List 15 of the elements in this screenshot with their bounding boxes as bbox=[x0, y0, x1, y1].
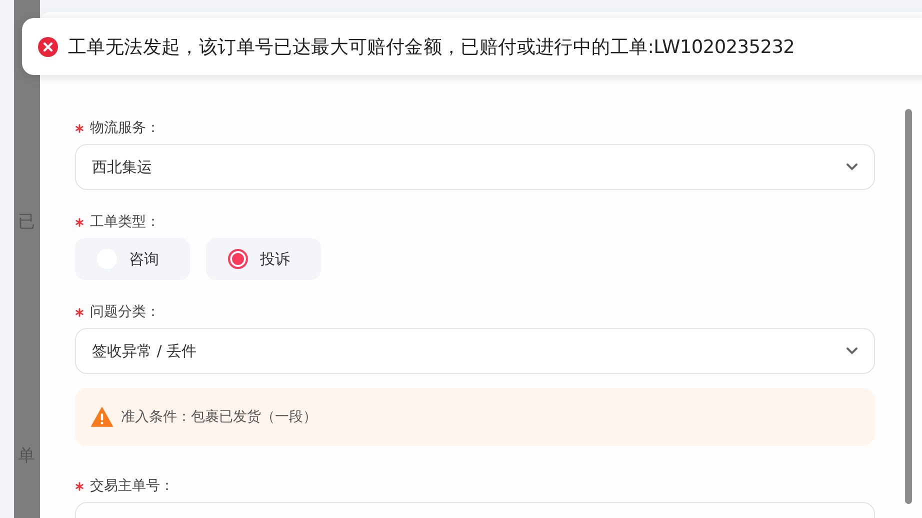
chevron-down-icon bbox=[846, 163, 858, 171]
error-icon bbox=[38, 36, 58, 56]
field-label: 工单类型： bbox=[90, 213, 160, 231]
notice-text: 准入条件：包裹已发货（一段） bbox=[121, 408, 317, 426]
radio-option[interactable]: 咨询 bbox=[75, 238, 190, 280]
select-field[interactable]: 西北集运 bbox=[75, 144, 875, 190]
radio-option[interactable]: 投诉 bbox=[206, 238, 321, 280]
scrollbar[interactable] bbox=[905, 109, 912, 504]
field-label: 问题分类： bbox=[90, 303, 160, 321]
warning-icon bbox=[91, 407, 113, 427]
field-label: 交易主单号： bbox=[90, 477, 174, 495]
field-label: 物流服务： bbox=[90, 119, 160, 137]
toast-message: 工单无法发起，该订单号已达最大可赔付金额，已赔付或进行中的工单:LW1020235232 bbox=[68, 36, 795, 59]
chevron-down-icon bbox=[846, 347, 858, 355]
select-field[interactable]: 签收异常 / 丢件 bbox=[75, 328, 875, 374]
